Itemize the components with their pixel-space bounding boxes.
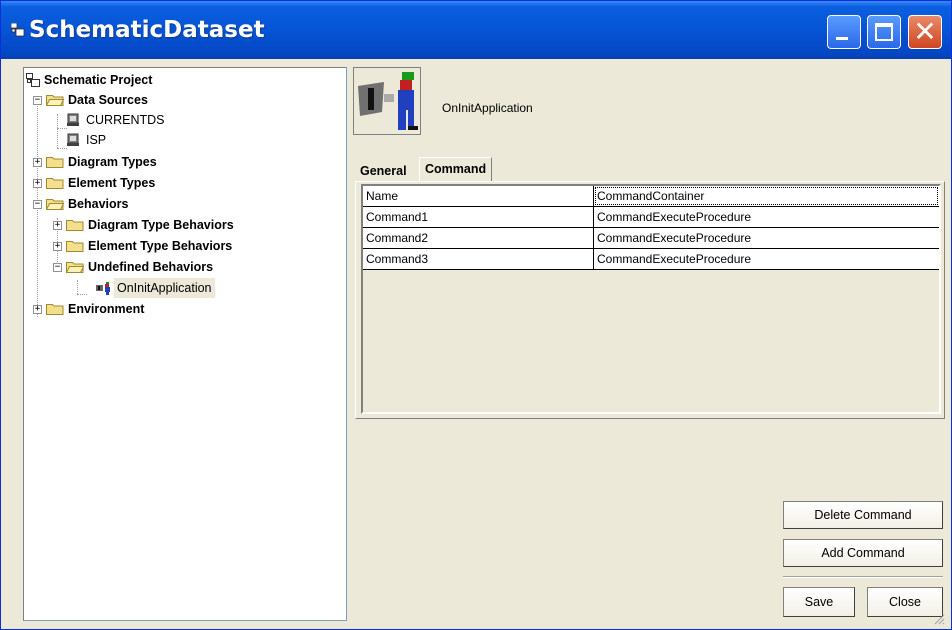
tree-label: ISP (86, 133, 107, 147)
tab-general[interactable]: General (355, 160, 412, 182)
minimize-button[interactable] (827, 15, 861, 49)
tree-label: Diagram Types (68, 155, 157, 169)
grid-cell-name[interactable]: Command3 (363, 249, 594, 269)
object-preview (353, 67, 421, 135)
grid-cell-value[interactable]: CommandExecuteProcedure (594, 249, 939, 269)
project-icon (26, 73, 40, 87)
tree-label: CURRENTDS (86, 113, 165, 127)
tree-item-diagram-types[interactable]: + Diagram Types (28, 152, 328, 172)
table-row[interactable]: Name CommandContainer (363, 186, 939, 207)
tree-label: Data Sources (68, 93, 148, 107)
command-grid[interactable]: Name CommandContainer Command1 CommandEx… (361, 184, 941, 414)
tree-label: Element Type Behaviors (88, 239, 233, 253)
add-command-button[interactable]: Add Command (783, 539, 943, 567)
expand-icon[interactable]: + (33, 158, 42, 167)
open-folder-icon (46, 199, 64, 210)
grid-cell-name[interactable]: Name (363, 186, 594, 206)
tree-item-element-type-behaviors[interactable]: + Element Type Behaviors (28, 236, 328, 256)
schematic-dataset-window: SchematicDataset ✕ Schematic Project − D… (0, 0, 952, 630)
collapse-icon[interactable]: − (53, 263, 62, 272)
table-row[interactable]: Command3 CommandExecuteProcedure (363, 249, 939, 270)
behavior-large-icon (354, 68, 420, 134)
tree-item-isp[interactable]: ISP (28, 130, 328, 150)
database-icon (67, 133, 79, 146)
tree-label: Element Types (68, 176, 156, 190)
expand-icon[interactable]: + (33, 305, 42, 314)
tree-item-diagram-type-behaviors[interactable]: + Diagram Type Behaviors (28, 215, 328, 235)
open-folder-icon (46, 95, 64, 106)
folder-icon (46, 178, 64, 189)
tree-item-undefined-behaviors[interactable]: − Undefined Behaviors (28, 257, 328, 277)
close-window-button[interactable]: ✕ (908, 15, 942, 49)
client-area: Schematic Project − Data Sources CURRENT… (5, 59, 947, 627)
collapse-icon[interactable]: − (33, 200, 42, 209)
tree-item-element-types[interactable]: + Element Types (28, 173, 328, 193)
project-tree[interactable]: Schematic Project − Data Sources CURRENT… (23, 67, 347, 621)
expand-icon[interactable]: + (53, 221, 62, 230)
grid-cell-value[interactable]: CommandContainer (594, 186, 939, 206)
open-folder-icon (66, 262, 84, 273)
folder-icon (46, 304, 64, 315)
tree-label: OnInitApplication (114, 278, 215, 298)
title-bar[interactable]: SchematicDataset ✕ (1, 1, 951, 59)
maximize-icon (875, 23, 893, 41)
resize-grip-icon[interactable] (933, 613, 945, 625)
close-button[interactable]: Close (867, 587, 943, 617)
folder-icon (66, 241, 84, 252)
table-row[interactable]: Command2 CommandExecuteProcedure (363, 228, 939, 249)
grid-cell-value[interactable]: CommandExecuteProcedure (594, 228, 939, 248)
tree-label: Schematic Project (44, 73, 153, 87)
collapse-icon[interactable]: − (33, 96, 42, 105)
grid-cell-value[interactable]: CommandExecuteProcedure (594, 207, 939, 227)
window-title: SchematicDataset (29, 17, 265, 43)
tree-item-environment[interactable]: + Environment (28, 299, 328, 319)
grid-cell-name[interactable]: Command1 (363, 207, 594, 227)
tree-item-currentds[interactable]: CURRENTDS (28, 110, 328, 130)
close-icon: ✕ (913, 15, 937, 48)
tree-label: Environment (68, 302, 145, 316)
save-button[interactable]: Save (783, 587, 855, 617)
tree-label: Behaviors (68, 197, 129, 211)
minimize-icon (836, 37, 848, 40)
delete-command-button[interactable]: Delete Command (783, 501, 943, 529)
expand-icon[interactable]: + (33, 179, 42, 188)
behavior-icon (96, 282, 110, 295)
tree-item-data-sources[interactable]: − Data Sources (28, 90, 328, 110)
tab-command[interactable]: Command (419, 157, 493, 181)
folder-icon (46, 157, 64, 168)
tree-label: Diagram Type Behaviors (88, 218, 234, 232)
database-icon (67, 113, 79, 126)
dataset-app-icon (11, 23, 25, 37)
button-separator (783, 576, 943, 578)
expand-icon[interactable]: + (53, 242, 62, 251)
tree-item-oninitapplication[interactable]: OnInitApplication (28, 278, 328, 298)
maximize-button[interactable] (867, 15, 901, 49)
tree-item-behaviors[interactable]: − Behaviors (28, 194, 328, 214)
folder-icon (66, 220, 84, 231)
object-name-label: OnInitApplication (442, 101, 533, 115)
table-row[interactable]: Command1 CommandExecuteProcedure (363, 207, 939, 228)
tree-label: Undefined Behaviors (88, 260, 214, 274)
grid-cell-name[interactable]: Command2 (363, 228, 594, 248)
